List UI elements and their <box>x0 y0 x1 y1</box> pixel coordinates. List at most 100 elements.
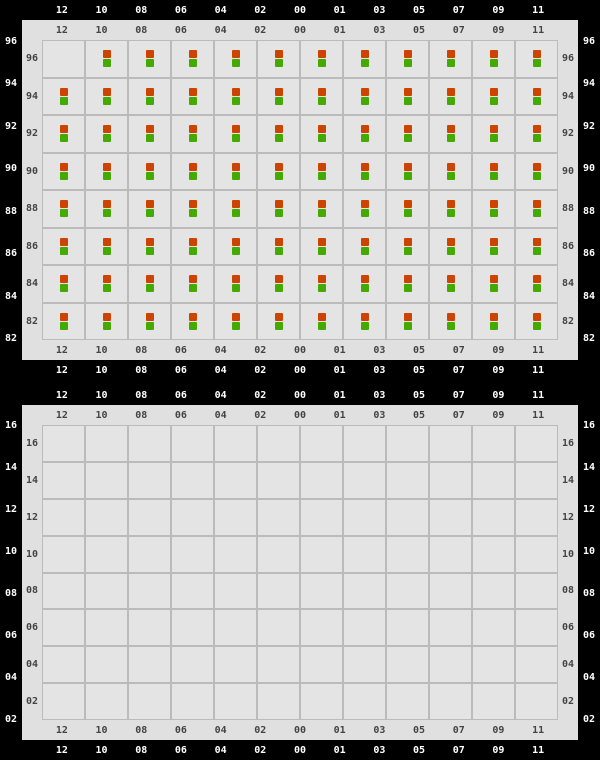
dot-red <box>275 163 283 171</box>
x-label: 01 <box>320 740 360 760</box>
grid-cell <box>300 499 343 536</box>
grid-cell <box>85 462 128 499</box>
x-label: 03 <box>360 360 400 380</box>
grid-cell <box>257 646 300 683</box>
grid-cell <box>472 573 515 610</box>
y-label: 10 <box>578 531 600 573</box>
dot-green <box>404 322 412 330</box>
dot-green <box>361 209 369 217</box>
dot-red <box>533 200 541 208</box>
x-label: 00 <box>280 0 320 20</box>
x-label: 06 <box>161 385 201 405</box>
x-label: 08 <box>121 340 161 360</box>
x-label: 06 <box>161 740 201 760</box>
x-label: 06 <box>161 360 201 380</box>
dot-green <box>361 247 369 255</box>
dot-red <box>361 163 369 171</box>
grid-cell <box>214 115 257 153</box>
grid-cell <box>171 190 214 228</box>
y-label: 08 <box>22 573 42 610</box>
y-label: 86 <box>578 233 600 276</box>
grid-cell <box>429 499 472 536</box>
dot-green <box>275 172 283 180</box>
grid-cell <box>300 40 343 78</box>
dot-green <box>490 59 498 67</box>
grid-cell <box>515 228 558 266</box>
x-label: 01 <box>320 20 360 40</box>
y-label: 82 <box>578 318 600 361</box>
dot-green <box>146 247 154 255</box>
grid-cell <box>42 303 85 341</box>
grid-cell <box>515 190 558 228</box>
dot-green <box>533 134 541 142</box>
dot-red <box>490 275 498 283</box>
dot-red <box>275 313 283 321</box>
x-label: 06 <box>161 720 201 740</box>
grid-cell <box>171 425 214 462</box>
grid-cell <box>214 265 257 303</box>
dot-red <box>103 200 111 208</box>
grid-cell <box>429 190 472 228</box>
grid-cell <box>214 303 257 341</box>
dot-green <box>361 322 369 330</box>
dot-red <box>318 275 326 283</box>
dot-red <box>60 163 68 171</box>
grid-cell <box>429 536 472 573</box>
dot-red <box>533 238 541 246</box>
dot-red <box>361 200 369 208</box>
grid-cell <box>343 536 386 573</box>
grid-cell <box>515 115 558 153</box>
y-label: 94 <box>578 63 600 106</box>
grid-cell <box>85 40 128 78</box>
top-y-axis-left: 9694929088868482 <box>0 0 22 380</box>
dot-green <box>189 247 197 255</box>
dot-green <box>232 59 240 67</box>
x-label: 00 <box>280 720 320 740</box>
x-label: 04 <box>201 720 241 740</box>
dot-green <box>146 134 154 142</box>
dot-red <box>404 200 412 208</box>
dot-green <box>361 172 369 180</box>
grid-cell <box>515 153 558 191</box>
y-label: 08 <box>0 573 22 615</box>
dot-green <box>146 97 154 105</box>
x-label: 02 <box>240 20 280 40</box>
dot-green <box>275 97 283 105</box>
y-label: 08 <box>578 573 600 615</box>
dot-green <box>60 97 68 105</box>
x-label: 07 <box>439 0 479 20</box>
x-label: 04 <box>201 405 241 425</box>
dot-green <box>146 209 154 217</box>
x-label: 03 <box>360 720 400 740</box>
dot-red <box>146 163 154 171</box>
grid-cell <box>171 462 214 499</box>
y-label: 12 <box>558 499 578 536</box>
x-label: 02 <box>240 340 280 360</box>
top-inner-x-bot: 12100806040200010305070911 <box>22 340 578 360</box>
grid-cell <box>85 425 128 462</box>
x-label: 06 <box>161 0 201 20</box>
grid-cell <box>429 115 472 153</box>
x-label: 09 <box>479 0 519 20</box>
dot-red <box>447 50 455 58</box>
dot-red <box>533 313 541 321</box>
grid-cell <box>343 462 386 499</box>
x-label: 08 <box>121 385 161 405</box>
bottom-section: 12100806040200010305070911 1210080604020… <box>0 385 600 760</box>
bot-x-axis-footer: 12100806040200010305070911 <box>22 740 578 760</box>
x-label: 12 <box>42 20 82 40</box>
y-label: 12 <box>578 489 600 531</box>
dot-red <box>146 238 154 246</box>
x-label: 03 <box>360 0 400 20</box>
y-label: 90 <box>22 153 42 191</box>
dot-green <box>60 322 68 330</box>
y-label: 94 <box>0 63 22 106</box>
grid-cell <box>85 153 128 191</box>
x-label: 06 <box>161 405 201 425</box>
grid-cell <box>171 646 214 683</box>
x-label: 07 <box>439 385 479 405</box>
y-label: 04 <box>578 656 600 698</box>
y-label: 84 <box>558 265 578 303</box>
x-label: 00 <box>280 740 320 760</box>
dot-red <box>447 200 455 208</box>
